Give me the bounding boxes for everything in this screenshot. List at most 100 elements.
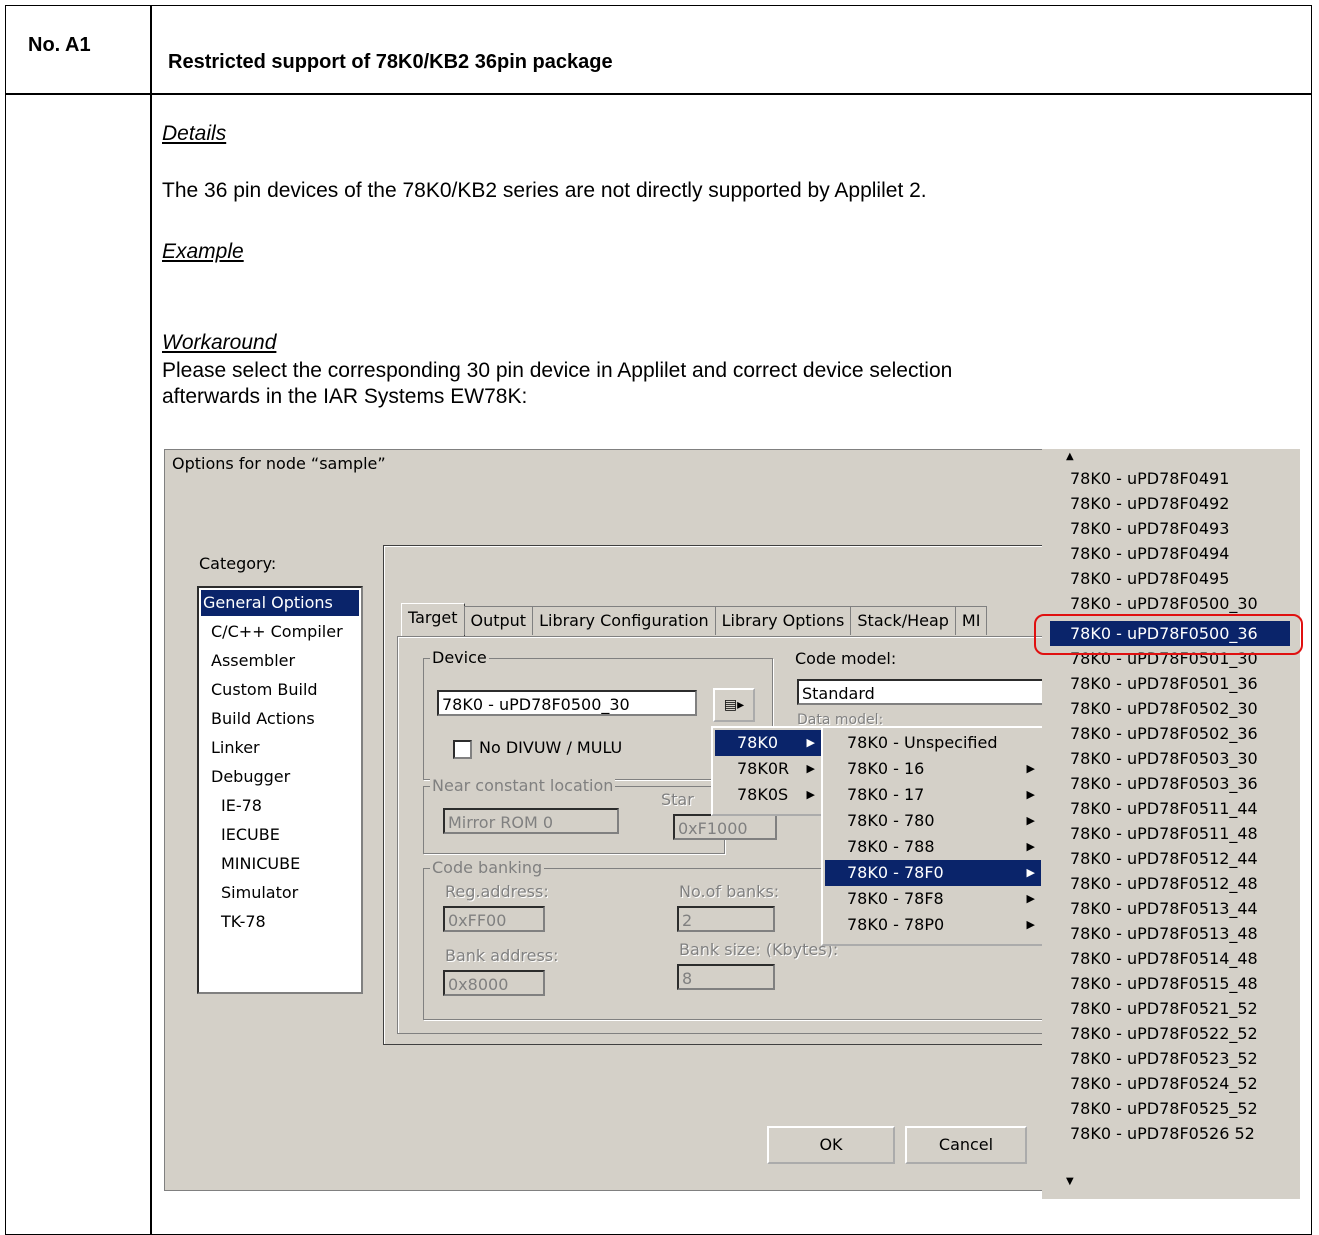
tab-library-options[interactable]: Library Options (714, 606, 852, 635)
submenu-arrow-icon: ▶ (1026, 814, 1035, 827)
reg-address-label: Reg.address: (445, 882, 549, 901)
device-item[interactable]: 78K0 - uPD78F0501_36 (1050, 671, 1290, 696)
device-item[interactable]: 78K0 - uPD78F0523_52 (1050, 1046, 1290, 1071)
workaround-text-line1: Please select the corresponding 30 pin d… (162, 359, 953, 382)
bank-address-field[interactable]: 0x8000 (443, 970, 545, 996)
device-item[interactable]: 78K0 - uPD78F0492 (1050, 491, 1290, 516)
menu-item-78f8[interactable]: 78K0 - 78F8 ▶ (825, 886, 1041, 912)
device-item[interactable]: 78K0 - uPD78F0495 (1050, 566, 1290, 591)
category-build-actions[interactable]: Build Actions (209, 706, 315, 732)
category-debugger[interactable]: Debugger (209, 764, 290, 790)
code-model-select[interactable]: Standard (797, 679, 1047, 705)
category-linker[interactable]: Linker (209, 735, 260, 761)
device-item[interactable]: 78K0 - uPD78F0503_30 (1050, 746, 1290, 771)
device-item[interactable]: 78K0 - uPD78F0511_44 (1050, 796, 1290, 821)
bank-size-field[interactable]: 8 (677, 964, 775, 990)
tab-library-configuration[interactable]: Library Configuration (532, 606, 716, 635)
device-item[interactable]: 78K0 - uPD78F0513_44 (1050, 896, 1290, 921)
reg-address-field[interactable]: 0xFF00 (443, 906, 545, 932)
category-list[interactable]: General Options C/C++ Compiler Assembler… (197, 586, 363, 994)
category-minicube[interactable]: MINICUBE (219, 851, 300, 877)
near-const-label: Near constant location (430, 776, 616, 795)
device-item[interactable]: 78K0 - uPD78F0526 52 (1050, 1121, 1290, 1146)
menu-item-78f0[interactable]: 78K0 - 78F0 ▶ (825, 860, 1041, 886)
scroll-up-icon[interactable]: ▲ (1066, 451, 1074, 462)
example-heading: Example (162, 240, 244, 263)
category-iecube[interactable]: IECUBE (219, 822, 280, 848)
device-item[interactable]: 78K0 - uPD78F0522_52 (1050, 1021, 1290, 1046)
group-menu: 78K0 - Unspecified 78K0 - 16 ▶ 78K0 - 17 ▶… (821, 726, 1045, 946)
device-item[interactable]: 78K0 - uPD78F0502_36 (1050, 721, 1290, 746)
banks-field[interactable]: 2 (677, 906, 775, 932)
menu-item-unspecified[interactable]: 78K0 - Unspecified (825, 730, 1041, 756)
device-item[interactable]: 78K0 - uPD78F0503_36 (1050, 771, 1290, 796)
highlight-ring (1034, 614, 1303, 655)
menu-item-78p0[interactable]: 78K0 - 78P0 ▶ (825, 912, 1041, 938)
menu-item-78k0[interactable]: 78K0 ▶ (715, 730, 821, 756)
menu-item-78k0r[interactable]: 78K0R ▶ (715, 756, 821, 782)
category-compiler[interactable]: C/C++ Compiler (209, 619, 343, 645)
category-custom-build[interactable]: Custom Build (209, 677, 318, 703)
tab-target[interactable]: Target (401, 603, 465, 636)
bank-size-label: Bank size: (Kbytes): (679, 940, 839, 959)
bank-address-label: Bank address: (445, 946, 559, 965)
submenu-arrow-icon: ▶ (1026, 788, 1035, 801)
device-item[interactable]: 78K0 - uPD78F0491 (1050, 466, 1290, 491)
category-general-options[interactable]: General Options (201, 590, 359, 616)
device-select-button[interactable]: ▤▸ (713, 688, 755, 722)
menu-item-780[interactable]: 78K0 - 780 ▶ (825, 808, 1041, 834)
start-label: Star (661, 790, 694, 809)
submenu-arrow-icon: ▶ (1026, 762, 1035, 775)
category-simulator[interactable]: Simulator (219, 880, 298, 906)
tab-output[interactable]: Output (463, 606, 534, 635)
submenu-arrow-icon: ▶ (806, 736, 815, 749)
near-const-select[interactable]: Mirror ROM 0 (443, 808, 619, 834)
no-divuw-checkbox[interactable] (453, 740, 472, 759)
family-menu: 78K0 ▶ 78K0R ▶ 78K0S ▶ (711, 726, 825, 816)
row-divider (6, 93, 1311, 95)
device-item[interactable]: 78K0 - uPD78F0502_30 (1050, 696, 1290, 721)
category-ie78[interactable]: IE-78 (219, 793, 262, 819)
code-model-label: Code model: (795, 649, 897, 668)
submenu-arrow-icon: ▶ (806, 762, 815, 775)
tab-more[interactable]: MI (954, 606, 988, 635)
details-heading: Details (162, 122, 227, 145)
category-tk78[interactable]: TK-78 (219, 909, 266, 935)
menu-item-78k0s[interactable]: 78K0S ▶ (715, 782, 821, 808)
category-label: Category: (199, 554, 277, 573)
submenu-arrow-icon: ▶ (806, 788, 815, 801)
device-item[interactable]: 78K0 - uPD78F0511_48 (1050, 821, 1290, 846)
dialog-title: Options for node “sample” (172, 454, 386, 473)
device-item[interactable]: 78K0 - uPD78F0512_44 (1050, 846, 1290, 871)
submenu-arrow-icon: ▶ (1026, 866, 1035, 879)
menu-item-17[interactable]: 78K0 - 17 ▶ (825, 782, 1041, 808)
device-item[interactable]: 78K0 - uPD78F0514_48 (1050, 946, 1290, 971)
banks-label: No.of banks: (679, 882, 780, 901)
cancel-button[interactable]: Cancel (905, 1126, 1027, 1164)
issue-number: No. A1 (28, 34, 91, 56)
device-item[interactable]: 78K0 - uPD78F0515_48 (1050, 971, 1290, 996)
menu-item-788[interactable]: 78K0 - 788 ▶ (825, 834, 1041, 860)
menu-item-16[interactable]: 78K0 - 16 ▶ (825, 756, 1041, 782)
options-dialog: Options for node “sample” Category: Gene… (164, 449, 1049, 1191)
device-item[interactable]: 78K0 - uPD78F0524_52 (1050, 1071, 1290, 1096)
device-item[interactable]: 78K0 - uPD78F0512_48 (1050, 871, 1290, 896)
tab-bar: Target Output Library Configuration Libr… (401, 603, 988, 636)
device-item[interactable]: 78K0 - uPD78F0493 (1050, 516, 1290, 541)
category-assembler[interactable]: Assembler (209, 648, 295, 674)
device-item[interactable]: 78K0 - uPD78F0500_30 (1050, 591, 1290, 616)
tab-stack-heap[interactable]: Stack/Heap (850, 606, 956, 635)
device-picker-icon: ▤▸ (723, 697, 745, 713)
device-item[interactable]: 78K0 - uPD78F0525_52 (1050, 1096, 1290, 1121)
device-item[interactable]: 78K0 - uPD78F0513_48 (1050, 921, 1290, 946)
start-field[interactable]: 0xF1000 (673, 814, 777, 840)
column-divider (150, 6, 152, 1234)
submenu-arrow-icon: ▶ (1026, 918, 1035, 931)
device-item[interactable]: 78K0 - uPD78F0494 (1050, 541, 1290, 566)
device-group-label: Device (430, 648, 489, 667)
scroll-down-icon[interactable]: ▼ (1066, 1176, 1074, 1187)
ok-button[interactable]: OK (767, 1126, 895, 1164)
device-field[interactable]: 78K0 - uPD78F0500_30 (437, 690, 697, 716)
device-item[interactable]: 78K0 - uPD78F0521_52 (1050, 996, 1290, 1021)
workaround-heading: Workaround (162, 331, 277, 354)
